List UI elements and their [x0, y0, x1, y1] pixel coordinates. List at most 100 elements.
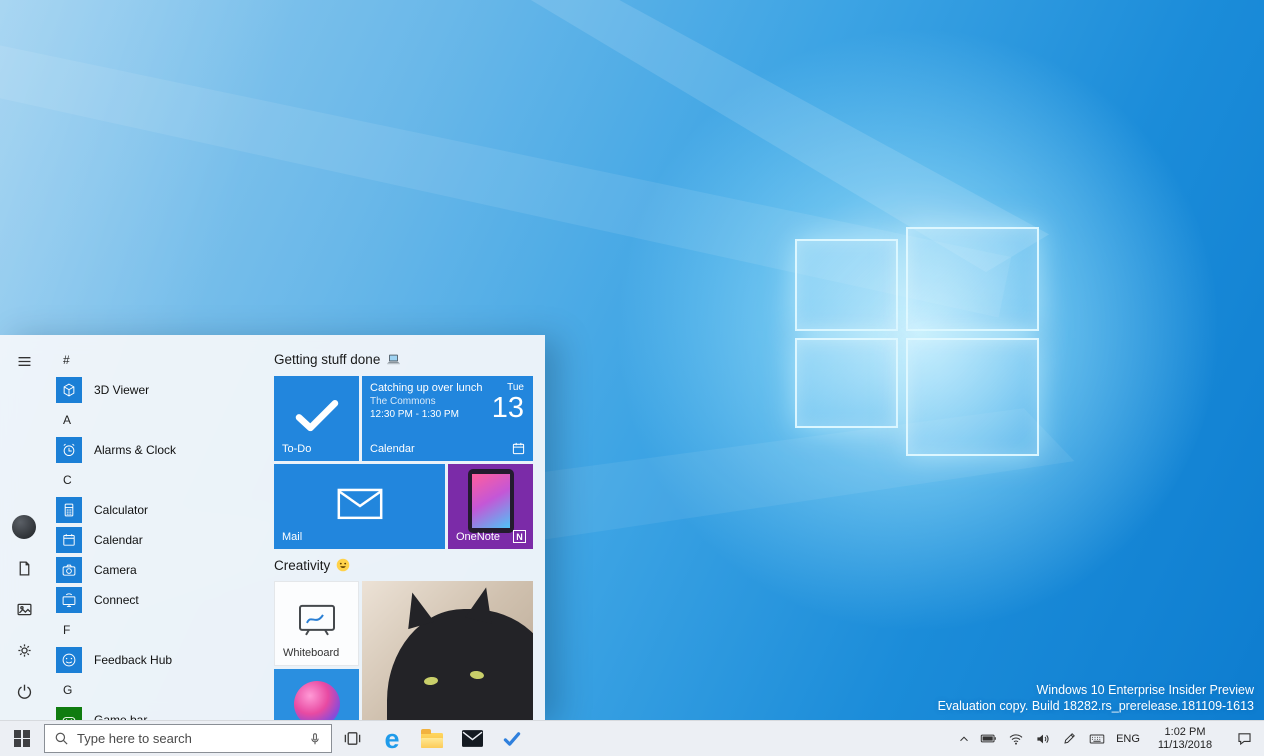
app-label: Game bar: [94, 713, 147, 720]
tile-whiteboard[interactable]: Whiteboard: [274, 581, 359, 666]
action-center-button[interactable]: [1224, 721, 1264, 756]
window-pane: [906, 338, 1039, 456]
clock[interactable]: 1:02 PM 11/13/2018: [1146, 721, 1224, 756]
microphone-icon[interactable]: [308, 731, 322, 747]
todo-icon: [502, 730, 522, 747]
tile-partial[interactable]: [274, 669, 359, 720]
tile-onenote[interactable]: N OneNote: [448, 464, 533, 549]
app-label: Camera: [94, 563, 137, 577]
task-view-button[interactable]: [332, 721, 372, 756]
watermark-line2: Evaluation copy. Build 18282.rs_prerelea…: [938, 698, 1254, 714]
volume-button[interactable]: [1029, 721, 1056, 756]
group-title-text: Getting stuff done: [274, 352, 380, 367]
onenote-logo-icon: N: [513, 530, 526, 543]
tile-photos-cat[interactable]: [362, 581, 533, 720]
documents-button[interactable]: [11, 555, 37, 581]
app-list-header[interactable]: F: [54, 615, 274, 645]
windows-logo-wallpaper: [793, 225, 1041, 457]
speaker-icon: [1035, 731, 1051, 747]
tile-group-title-2[interactable]: Creativity: [274, 557, 350, 573]
power-icon: [16, 683, 33, 700]
file-explorer-button[interactable]: [412, 721, 452, 756]
tile-label: Whiteboard: [283, 647, 339, 659]
header-label: F: [63, 623, 70, 637]
system-tray: ENG 1:02 PM 11/13/2018: [952, 721, 1264, 756]
tray-date: 11/13/2018: [1158, 739, 1212, 752]
settings-button[interactable]: [11, 637, 37, 663]
search-input[interactable]: [77, 731, 300, 746]
mail-icon: [462, 730, 483, 747]
app-label: Connect: [94, 593, 139, 607]
cat-photo: [387, 609, 533, 720]
tile-label: OneNote: [456, 531, 500, 543]
tray-overflow-button[interactable]: [952, 721, 975, 756]
app-list-header[interactable]: #: [54, 345, 274, 375]
app-item-calendar[interactable]: Calendar: [54, 525, 274, 555]
window-pane: [795, 239, 898, 331]
tray-time: 1:02 PM: [1158, 726, 1212, 739]
app-item-alarms-clock[interactable]: Alarms & Clock: [54, 435, 274, 465]
header-label: #: [63, 353, 70, 367]
header-label: G: [63, 683, 72, 697]
mail-button[interactable]: [452, 721, 492, 756]
keyboard-icon: [1088, 731, 1106, 747]
tile-label: To-Do: [282, 443, 311, 455]
app-item-connect[interactable]: Connect: [54, 585, 274, 615]
language-indicator[interactable]: ENG: [1110, 721, 1146, 756]
app-label: Alarms & Clock: [94, 443, 176, 457]
app-label: Calculator: [94, 503, 148, 517]
taskbar: e ENG 1:02 PM 11/13/2018: [0, 720, 1264, 756]
calendar-event: Catching up over lunch The Commons 12:30…: [370, 382, 491, 421]
tile-calendar[interactable]: Catching up over lunch The Commons 12:30…: [362, 376, 533, 461]
pictures-button[interactable]: [11, 596, 37, 622]
watermark-line1: Windows 10 Enterprise Insider Preview: [938, 682, 1254, 698]
app-label: Calendar: [94, 533, 143, 547]
calendar-date: 13: [492, 393, 524, 423]
app-item-3d-viewer[interactable]: 3D Viewer: [54, 375, 274, 405]
pen-button[interactable]: [1056, 721, 1083, 756]
gear-icon: [16, 642, 33, 659]
tile-mail[interactable]: Mail: [274, 464, 445, 549]
laptop-emoji-icon: [386, 353, 401, 366]
start-button[interactable]: [0, 721, 44, 756]
windows-logo-icon: [14, 730, 31, 747]
user-account-button[interactable]: [11, 514, 37, 540]
app-list-header[interactable]: C: [54, 465, 274, 495]
feedback-hub-icon: [56, 647, 82, 673]
tile-group-title-1[interactable]: Getting stuff done: [274, 351, 401, 367]
group-title-text: Creativity: [274, 558, 330, 573]
expand-menu-button[interactable]: [11, 348, 37, 374]
app-item-game-bar[interactable]: Game bar: [54, 705, 274, 720]
3d-viewer-icon: [56, 377, 82, 403]
onenote-promo-image: [468, 469, 514, 533]
power-button[interactable]: [11, 678, 37, 704]
app-item-camera[interactable]: Camera: [54, 555, 274, 585]
app-list-header[interactable]: G: [54, 675, 274, 705]
app-item-calculator[interactable]: Calculator: [54, 495, 274, 525]
calendar-icon: [56, 527, 82, 553]
colorful-blob-icon: [294, 681, 340, 720]
header-label: A: [63, 413, 71, 427]
edge-button[interactable]: e: [372, 721, 412, 756]
calendar-daydate: Tue 13: [492, 382, 524, 423]
app-list-header[interactable]: A: [54, 405, 274, 435]
pen-icon: [1062, 731, 1077, 746]
connect-icon: [56, 587, 82, 613]
network-icon: [1008, 731, 1024, 747]
network-button[interactable]: [1002, 721, 1029, 756]
touch-keyboard-button[interactable]: [1083, 721, 1110, 756]
evaluation-watermark: Windows 10 Enterprise Insider Preview Ev…: [938, 682, 1254, 714]
action-center-icon: [1236, 730, 1253, 747]
start-menu: # 3D Viewer A Alarms & Clock C Calculato…: [0, 335, 545, 720]
tile-label: Mail: [282, 531, 302, 543]
document-icon: [16, 560, 33, 577]
todo-check-icon: [294, 398, 340, 432]
app-item-feedback-hub[interactable]: Feedback Hub: [54, 645, 274, 675]
taskbar-search[interactable]: [44, 724, 332, 753]
tile-todo[interactable]: To-Do: [274, 376, 359, 461]
search-icon: [54, 731, 69, 746]
todo-button[interactable]: [492, 721, 532, 756]
event-location: The Commons: [370, 395, 491, 408]
battery-button[interactable]: [975, 721, 1002, 756]
start-menu-rail: [0, 335, 48, 720]
